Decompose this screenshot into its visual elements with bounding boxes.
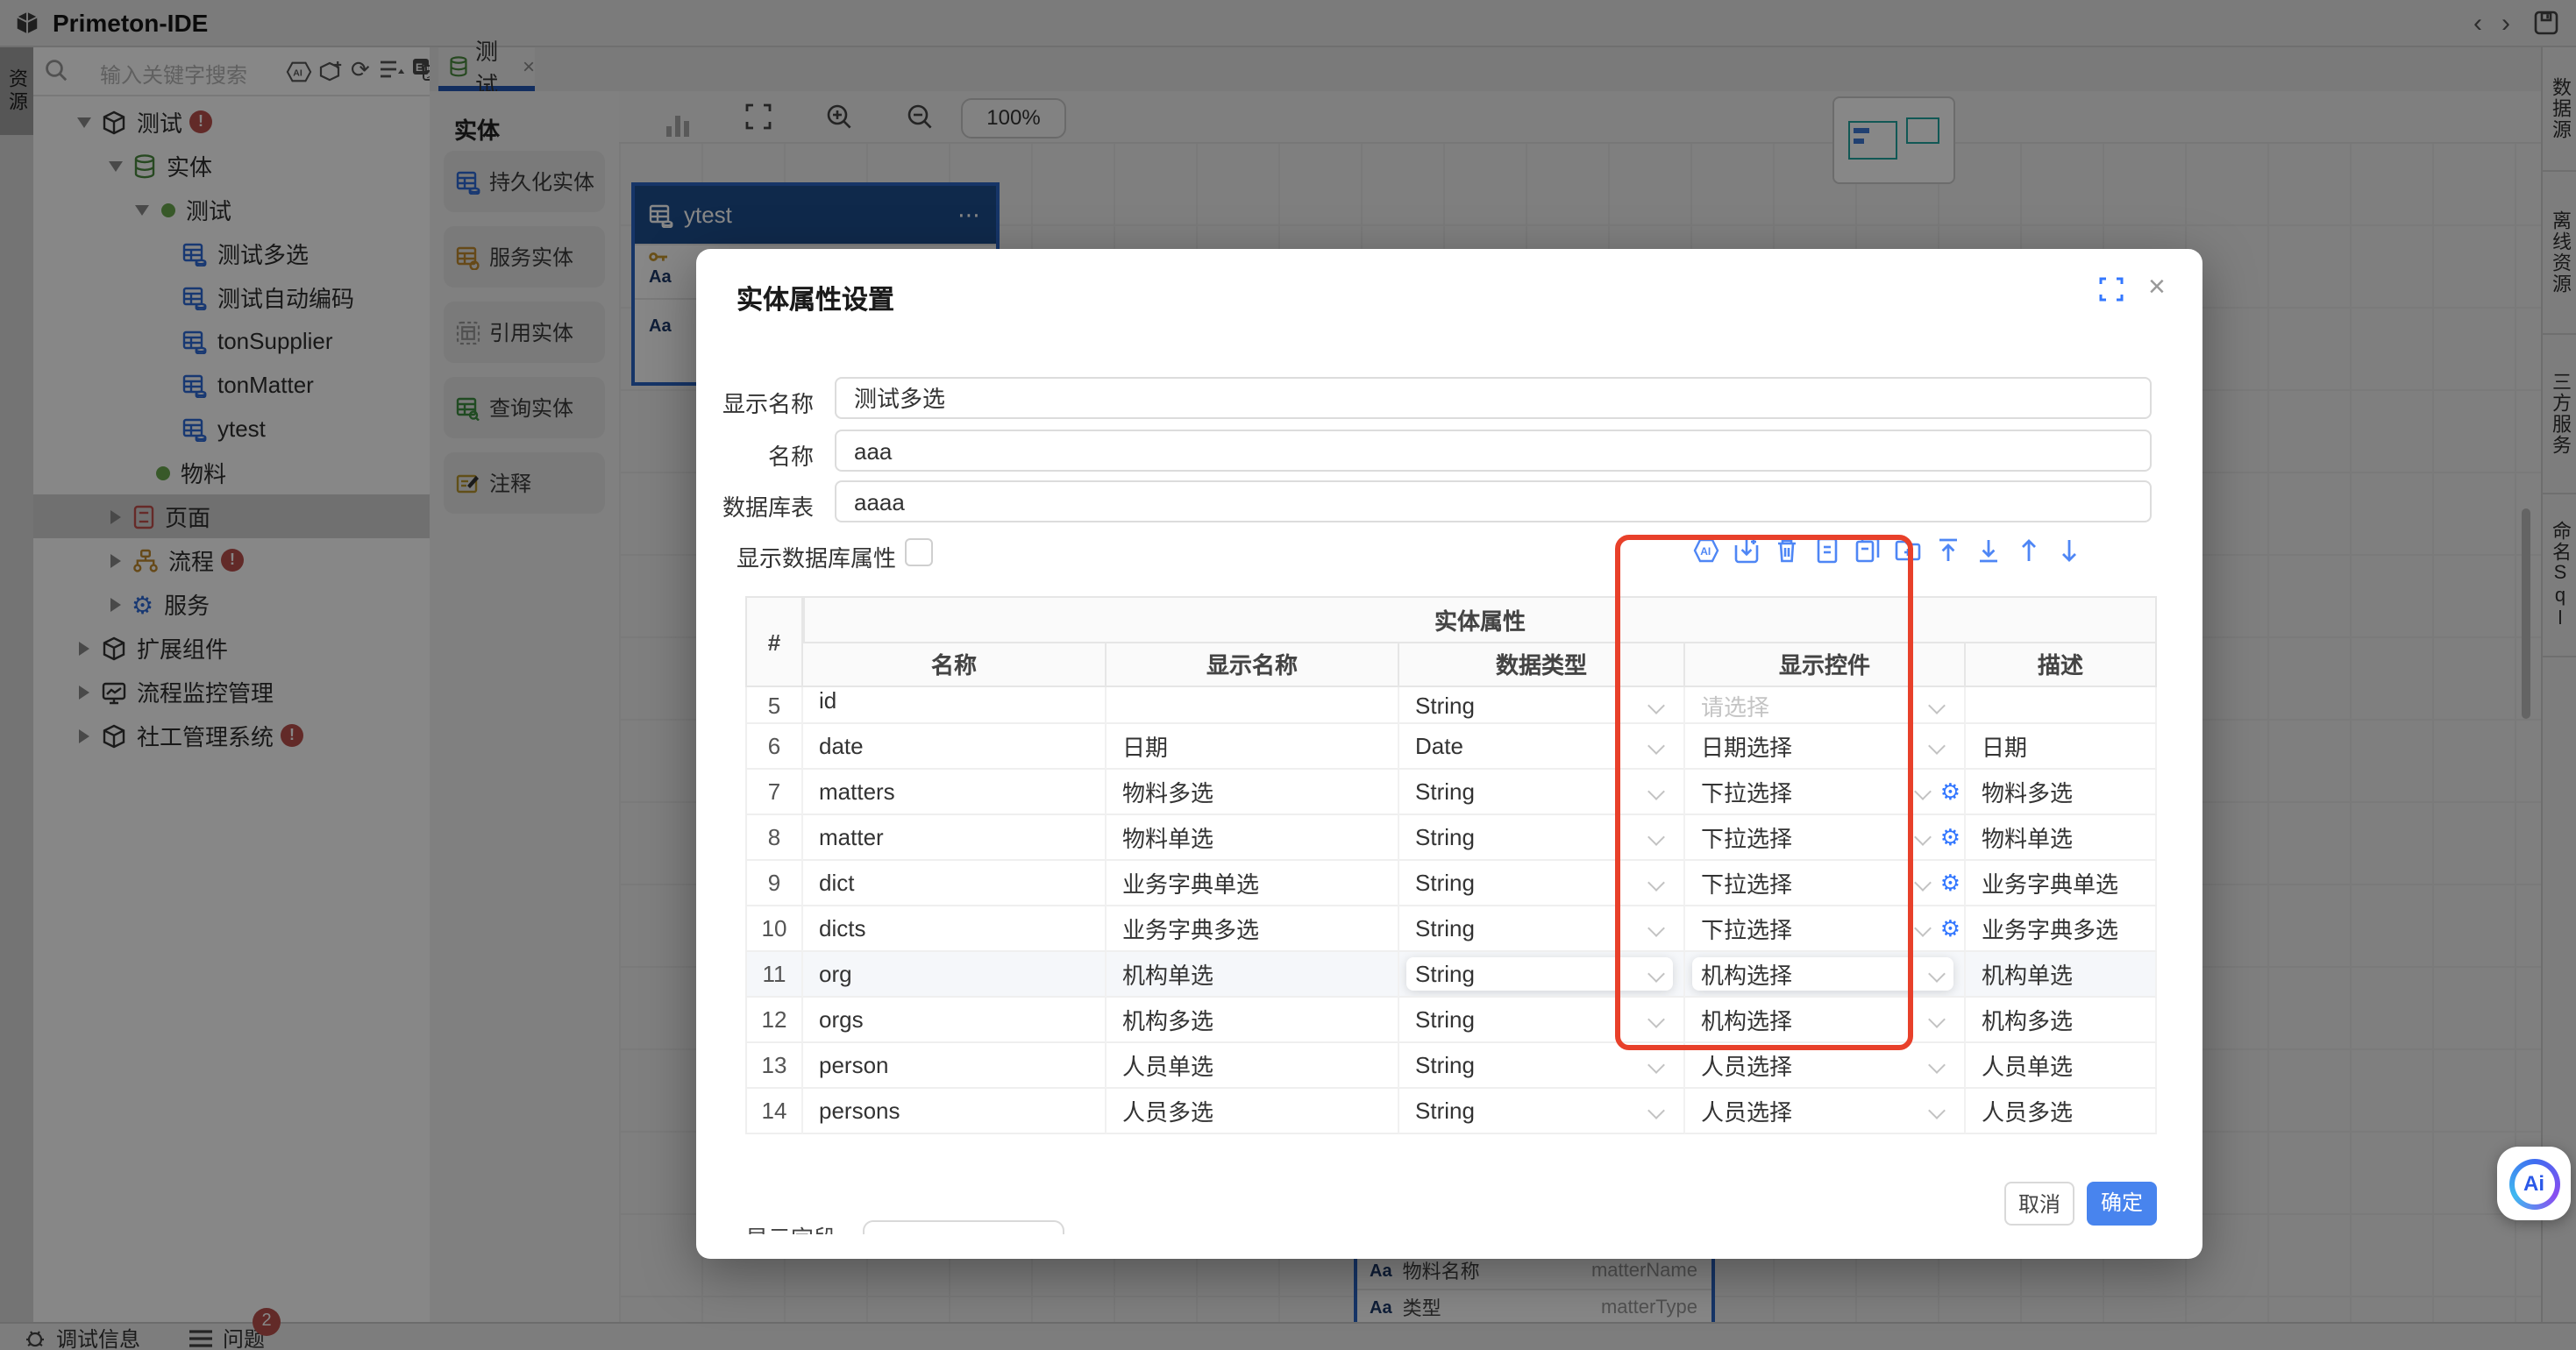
dialog-close-icon[interactable]: × [2148, 270, 2166, 305]
clipped-field-input[interactable] [863, 1220, 1064, 1234]
ai-assistant-button[interactable]: Ai [2497, 1147, 2571, 1220]
ai-label: Ai [2514, 1163, 2554, 1204]
clipped-next-field: 显示字段 [745, 1204, 1201, 1234]
db-table-input[interactable]: aaaa [835, 480, 2152, 522]
chevron-down-icon [1928, 1056, 1946, 1074]
clipped-field-label: 显示字段 [745, 1220, 836, 1234]
display-name-input[interactable]: 测试多选 [835, 377, 2152, 419]
control-select[interactable]: 人员选择 [1685, 1089, 1966, 1134]
field-label-db-table: 数据库表 [691, 489, 814, 522]
move-top-icon[interactable] [1934, 536, 1962, 565]
chevron-down-icon [1914, 920, 1932, 937]
table-group-header: 实体属性 [803, 596, 2157, 643]
show-db-props-label: 显示数据库属性 [737, 540, 896, 573]
chevron-down-icon [1647, 1102, 1665, 1119]
move-bottom-icon[interactable] [1975, 536, 2003, 565]
control-settings-gear-icon[interactable]: ⚙ [1940, 914, 1960, 942]
control-settings-gear-icon[interactable]: ⚙ [1940, 823, 1960, 851]
chevron-down-icon [1647, 1056, 1665, 1074]
field-label-name: 名称 [691, 438, 814, 472]
column-header-display-name: 显示名称 [1107, 643, 1399, 687]
chevron-down-icon [1914, 783, 1932, 800]
chevron-down-icon [1928, 1102, 1946, 1119]
field-label-display-name: 显示名称 [691, 386, 814, 419]
chevron-down-icon [1914, 828, 1932, 846]
chevron-down-icon [1928, 1011, 1946, 1028]
name-input[interactable]: aaa [835, 430, 2152, 472]
dialog-expand-icon[interactable] [2099, 277, 2124, 302]
chevron-down-icon [1928, 696, 1946, 714]
cancel-button[interactable]: 取消 [2004, 1182, 2074, 1226]
column-header-index: # [745, 596, 803, 687]
move-up-icon[interactable] [2015, 536, 2043, 565]
column-header-description: 描述 [1966, 643, 2157, 687]
highlight-red-outline [1615, 535, 1913, 1050]
move-down-icon[interactable] [2055, 536, 2083, 565]
show-db-props-checkbox[interactable] [905, 538, 933, 566]
ai-ring-icon: Ai [2508, 1158, 2559, 1209]
confirm-button[interactable]: 确定 [2087, 1182, 2157, 1226]
dialog-title: 实体属性设置 [737, 281, 894, 317]
chevron-down-icon [1928, 737, 1946, 755]
entity-properties-dialog: 实体属性设置 × 显示名称 测试多选 名称 aaa 数据库表 aaaa 显示数据… [696, 249, 2202, 1259]
data-type-select[interactable]: String [1399, 1089, 1685, 1134]
control-settings-gear-icon[interactable]: ⚙ [1940, 869, 1960, 897]
chevron-down-icon [1914, 874, 1932, 892]
column-header-name: 名称 [803, 643, 1107, 687]
control-settings-gear-icon[interactable]: ⚙ [1940, 778, 1960, 806]
